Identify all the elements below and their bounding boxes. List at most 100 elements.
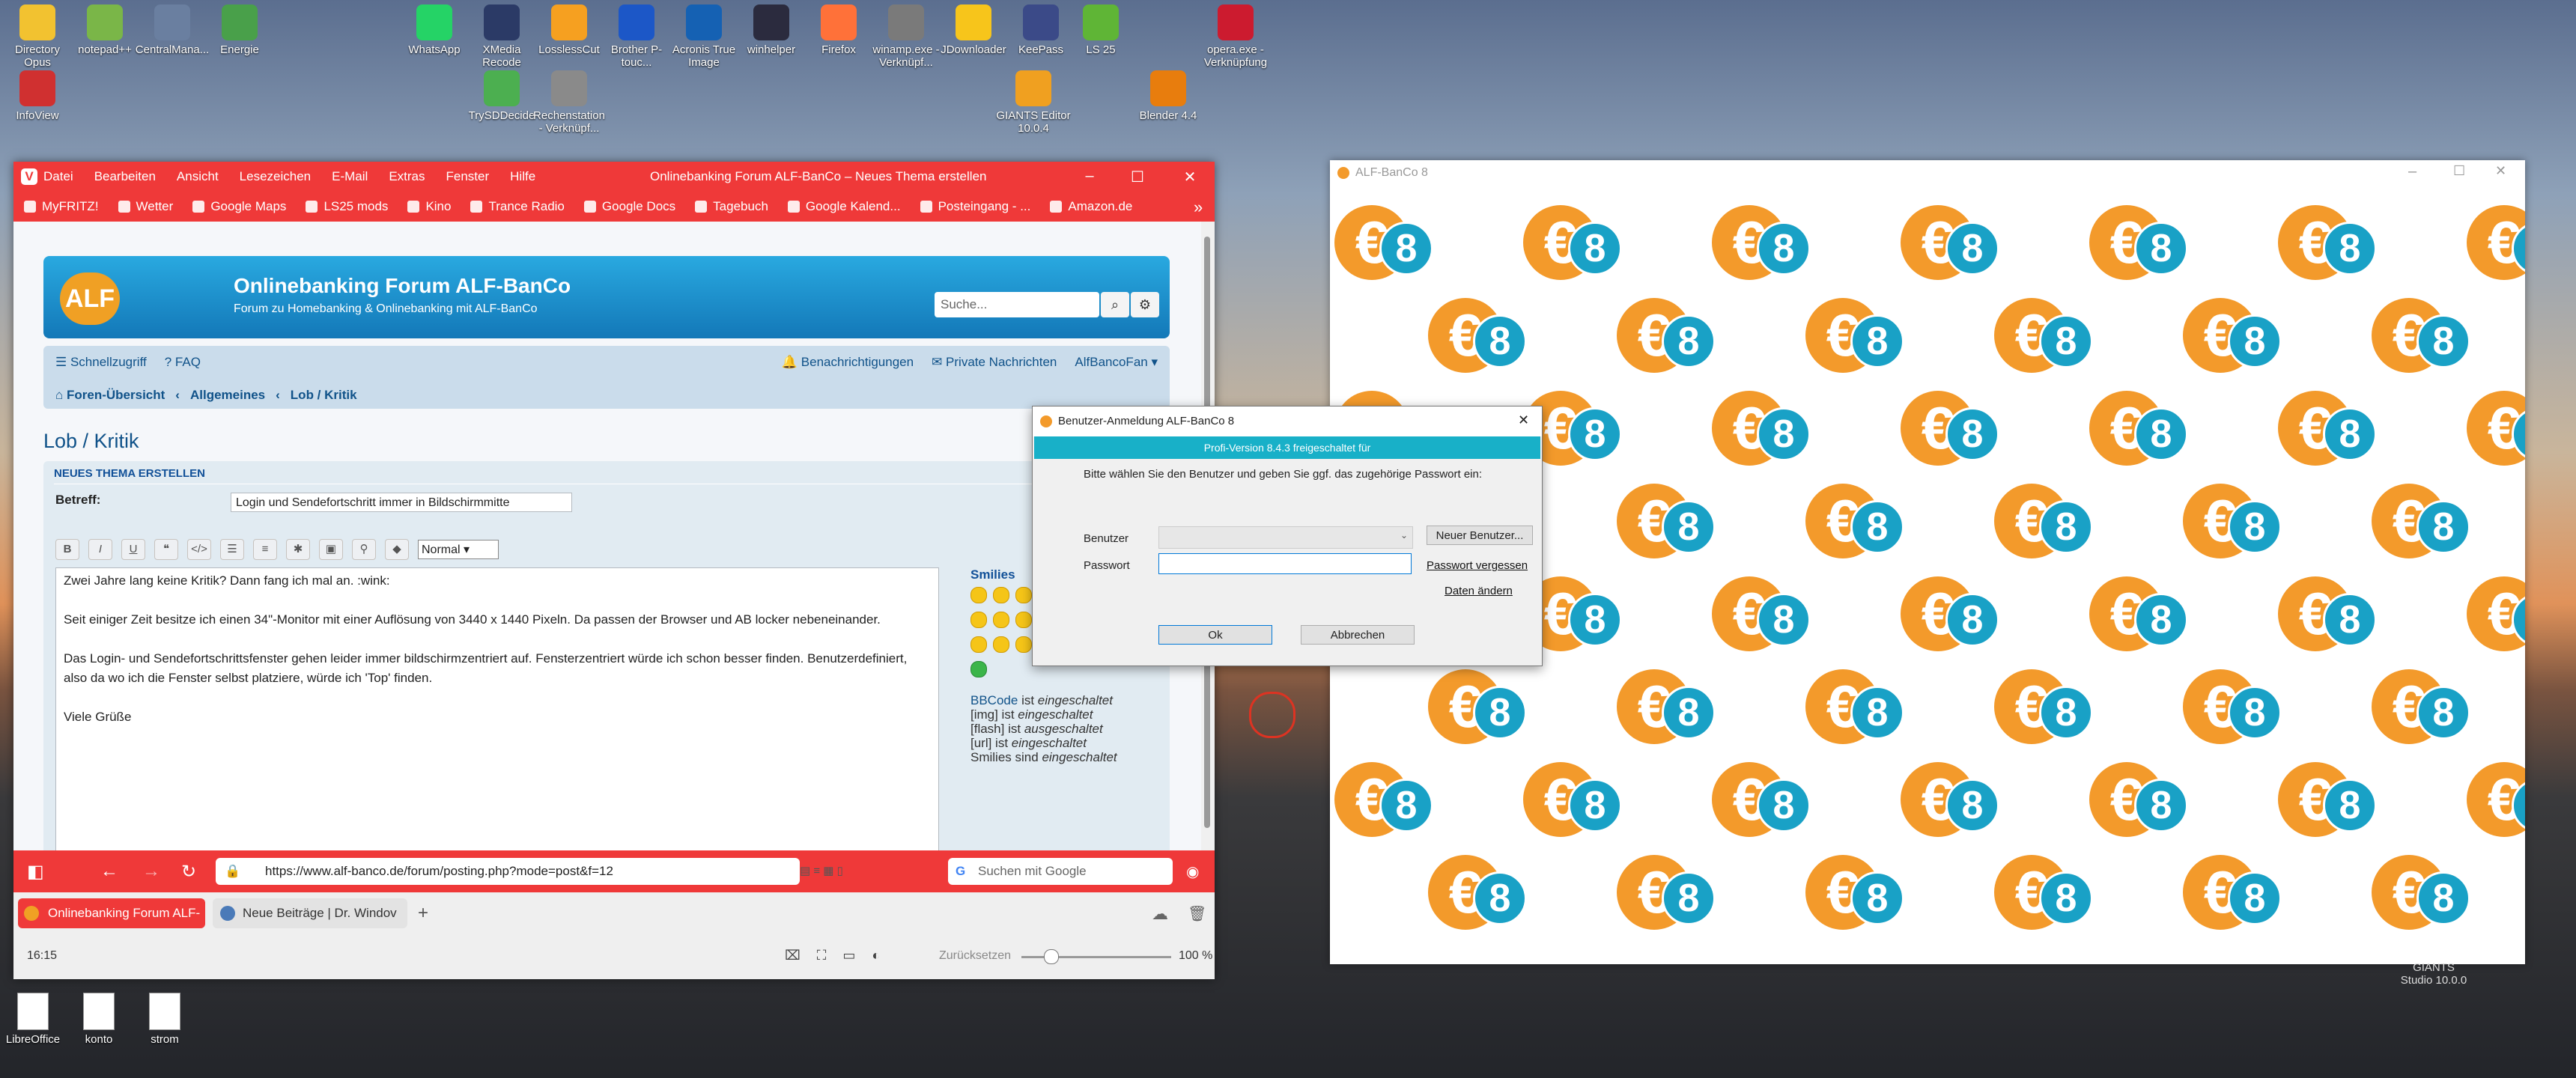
giants-label[interactable]: GIANTS Studio 10.0.0 bbox=[2396, 961, 2471, 987]
desktop-icon[interactable]: Blender 4.4 bbox=[1131, 66, 1206, 122]
image-button[interactable]: ▣ bbox=[319, 539, 343, 560]
user-menu[interactable]: AlfBancoFan ▾ bbox=[1075, 355, 1158, 370]
trash-icon[interactable]: 🗑 bbox=[1188, 904, 1206, 923]
subject-input[interactable]: Login und Sendefortschritt immer in Bild… bbox=[231, 493, 572, 512]
bookmarks-overflow-icon[interactable]: » bbox=[1194, 198, 1203, 217]
desktop-icon[interactable]: winamp.exe - Verknüpf... bbox=[869, 0, 944, 69]
desktop-icon[interactable]: Directory Opus bbox=[0, 0, 75, 69]
bookmark-item[interactable]: Google Docs bbox=[583, 199, 675, 214]
desktop-icon[interactable]: winhelper bbox=[734, 0, 809, 56]
menu-item[interactable]: Ansicht bbox=[177, 169, 219, 184]
font-size-select[interactable]: Normal ▾ bbox=[418, 540, 499, 559]
minimize-icon[interactable]: – bbox=[1078, 168, 1101, 185]
italic-button[interactable]: I bbox=[88, 539, 112, 560]
quick-access-link[interactable]: ☰ Schnellzugriff bbox=[55, 355, 147, 370]
smiley-icon[interactable] bbox=[970, 636, 987, 653]
code-button[interactable]: </> bbox=[187, 539, 211, 560]
forgot-password-link[interactable]: Passwort vergessen bbox=[1427, 559, 1528, 572]
lock-icon[interactable]: 🔒 bbox=[225, 864, 240, 879]
desktop-icon[interactable]: JDownloader bbox=[936, 0, 1011, 56]
smiley-icon[interactable] bbox=[993, 612, 1009, 628]
bbcode-link[interactable]: BBCode bbox=[970, 693, 1018, 707]
breadcrumb-general[interactable]: Allgemeines bbox=[190, 388, 265, 403]
desktop-icon[interactable]: Energie bbox=[202, 0, 277, 56]
back-icon[interactable]: ← bbox=[100, 861, 118, 882]
desktop-icon[interactable]: Acronis True Image bbox=[666, 0, 741, 69]
desktop-icon[interactable]: LibreOffice bbox=[3, 993, 63, 1046]
maximize-icon[interactable]: ☐ bbox=[1126, 168, 1149, 186]
smiley-icon[interactable] bbox=[1015, 636, 1032, 653]
reader-icon[interactable]: ▤ ≡ ▦ ▯ bbox=[800, 864, 843, 877]
link-button[interactable]: ⚲ bbox=[352, 539, 376, 560]
menu-item[interactable]: Fenster bbox=[446, 169, 490, 184]
desktop-icon[interactable]: TrySDDecide bbox=[464, 66, 539, 122]
smiley-icon[interactable] bbox=[970, 661, 987, 677]
url-input[interactable]: https://www.alf-banco.de/forum/posting.p… bbox=[216, 858, 800, 885]
zoom-reset[interactable]: Zurücksetzen bbox=[939, 949, 1011, 963]
bookmark-item[interactable]: Google Kalend... bbox=[787, 199, 901, 214]
underline-button[interactable]: U bbox=[121, 539, 145, 560]
desktop-icon[interactable]: Rechenstation - Verknüpf... bbox=[532, 66, 607, 135]
menu-item[interactable]: Extras bbox=[389, 169, 425, 184]
capture-icon[interactable]: ⌧⛶▭◐ bbox=[785, 948, 896, 963]
desktop-icon[interactable]: GIANTS Editor 10.0.4 bbox=[996, 66, 1071, 135]
menu-item[interactable]: Hilfe bbox=[510, 169, 535, 184]
smiley-icon[interactable] bbox=[1015, 612, 1032, 628]
forum-logo[interactable]: ALF bbox=[60, 272, 120, 325]
desktop-icon[interactable]: notepad++ bbox=[67, 0, 142, 56]
bold-button[interactable]: B bbox=[55, 539, 79, 560]
minimize-icon[interactable]: – bbox=[2408, 163, 2416, 180]
numbered-list-button[interactable]: ≡ bbox=[253, 539, 277, 560]
desktop-icon[interactable]: konto bbox=[69, 993, 129, 1046]
zoom-slider-handle[interactable] bbox=[1044, 949, 1059, 964]
forum-search-input[interactable]: Suche... bbox=[935, 292, 1099, 317]
cloud-icon[interactable]: ☁ bbox=[1152, 904, 1168, 924]
bookmark-item[interactable]: Google Maps bbox=[192, 199, 286, 214]
bookmark-item[interactable]: MyFRITZ! bbox=[24, 199, 99, 214]
smiley-icon[interactable] bbox=[1015, 587, 1032, 603]
private-messages-link[interactable]: ✉ Private Nachrichten bbox=[932, 355, 1057, 370]
bookmark-item[interactable]: LS25 mods bbox=[306, 199, 388, 214]
faq-link[interactable]: ? FAQ bbox=[165, 355, 201, 370]
close-icon[interactable]: ✕ bbox=[2495, 163, 2506, 179]
tab-forum[interactable]: Onlinebanking Forum ALF- bbox=[18, 898, 205, 928]
smiley-icon[interactable] bbox=[970, 612, 987, 628]
desktop-icon[interactable]: InfoView bbox=[0, 66, 75, 122]
desktop-icon[interactable]: LosslessCut bbox=[532, 0, 607, 56]
menu-item[interactable]: Bearbeiten bbox=[94, 169, 156, 184]
change-data-link[interactable]: Daten ändern bbox=[1445, 585, 1513, 597]
smiley-icon[interactable] bbox=[993, 636, 1009, 653]
new-tab-icon[interactable]: + bbox=[418, 903, 428, 924]
vivaldi-menu-icon[interactable]: ◉ bbox=[1186, 862, 1199, 881]
forum-title[interactable]: Onlinebanking Forum ALF-BanCo bbox=[234, 274, 571, 298]
tab-windows[interactable]: Neue Beiträge | Dr. Windov bbox=[213, 898, 407, 928]
desktop-icon[interactable]: LS 25 bbox=[1063, 0, 1138, 56]
color-button[interactable]: ◆ bbox=[385, 539, 409, 560]
bookmark-item[interactable]: Wetter bbox=[118, 199, 173, 214]
smiley-icon[interactable] bbox=[993, 587, 1009, 603]
reload-icon[interactable]: ↻ bbox=[181, 861, 196, 883]
notifications-link[interactable]: 🔔 Benachrichtigungen bbox=[782, 355, 914, 370]
breadcrumb-home[interactable]: ⌂ Foren-Übersicht bbox=[55, 388, 165, 403]
forward-icon[interactable]: → bbox=[142, 861, 160, 882]
web-search-input[interactable]: Suchen mit Google bbox=[948, 858, 1173, 885]
menu-item[interactable]: Lesezeichen bbox=[240, 169, 311, 184]
quote-button[interactable]: ❝ bbox=[154, 539, 178, 560]
cancel-button[interactable]: Abbrechen bbox=[1301, 625, 1415, 645]
menu-item[interactable]: E-Mail bbox=[332, 169, 368, 184]
list-button[interactable]: ☰ bbox=[220, 539, 244, 560]
desktop-icon[interactable]: WhatsApp bbox=[397, 0, 472, 56]
user-select[interactable]: ⌄ bbox=[1158, 526, 1413, 549]
vivaldi-icon[interactable]: V bbox=[21, 168, 37, 185]
password-input[interactable] bbox=[1158, 553, 1412, 574]
desktop-icon[interactable]: opera.exe - Verknüpfung bbox=[1198, 0, 1273, 69]
desktop-icon[interactable]: XMedia Recode bbox=[464, 0, 539, 69]
new-user-button[interactable]: Neuer Benutzer... bbox=[1427, 526, 1533, 545]
close-icon[interactable]: ✕ bbox=[1518, 412, 1529, 428]
message-textarea[interactable]: Zwei Jahre lang keine Kritik? Dann fang … bbox=[55, 567, 939, 850]
desktop-icon[interactable]: Brother P-touc... bbox=[599, 0, 674, 69]
desktop-icon[interactable]: strom bbox=[135, 993, 195, 1046]
bookmark-item[interactable]: Kino bbox=[407, 199, 451, 214]
bookmark-item[interactable]: Posteingang - ... bbox=[920, 199, 1030, 214]
panel-toggle-icon[interactable]: ◧ bbox=[27, 861, 44, 883]
